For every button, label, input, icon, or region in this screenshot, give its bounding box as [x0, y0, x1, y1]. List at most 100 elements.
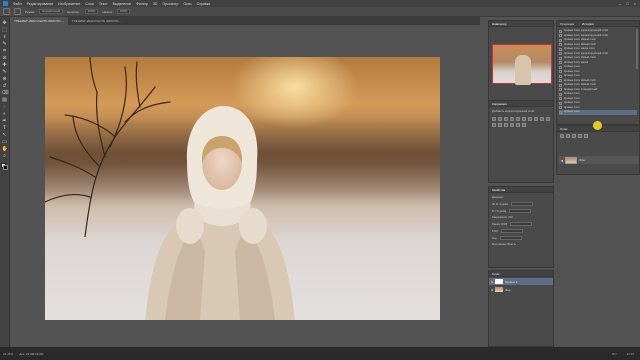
history-checkbox-icon[interactable] [559, 65, 562, 69]
layer-row[interactable]: ● Фон [559, 156, 639, 164]
hue-saturation-icon[interactable] [522, 117, 526, 121]
menu-item-select[interactable]: Выделение [113, 2, 132, 6]
minimize-button[interactable]: – [619, 1, 621, 6]
eye-icon[interactable]: ● [561, 158, 563, 163]
history-checkbox-icon[interactable] [559, 92, 562, 96]
layer-row-curves[interactable]: ● Кривые 1 [489, 278, 553, 285]
background-color-swatch[interactable] [3, 165, 8, 170]
curves-icon[interactable] [504, 117, 508, 121]
path-select-tool-icon[interactable]: ↖ [2, 133, 8, 138]
layer-name[interactable]: Фон [579, 158, 585, 162]
history-checkbox-icon[interactable] [559, 97, 562, 101]
opacity-field[interactable]: 100% [84, 9, 99, 14]
exposure-icon[interactable] [510, 117, 514, 121]
background-select[interactable] [499, 236, 522, 240]
gradient-tool-icon[interactable]: ▤ [2, 98, 8, 103]
crop-tool-icon[interactable]: ⌗ [2, 49, 8, 54]
artboard-checkbox-label[interactable]: Монтажная область [492, 243, 516, 246]
width-field[interactable] [511, 202, 534, 206]
history-checkbox-icon[interactable] [559, 101, 562, 105]
type-tool-icon[interactable]: T [2, 126, 8, 131]
healing-tool-icon[interactable]: ✚ [2, 63, 8, 68]
eye-icon[interactable]: ● [491, 288, 493, 292]
history-scrollbar[interactable] [636, 29, 638, 69]
hand-tool-icon[interactable]: ✋ [2, 147, 8, 152]
dodge-tool-icon[interactable]: ◐ [2, 112, 8, 117]
menu-item-window[interactable]: Окно [183, 2, 191, 6]
levels-icon[interactable] [498, 117, 502, 121]
brightness-contrast-icon[interactable] [492, 117, 496, 121]
brush-settings-icon[interactable] [14, 8, 21, 15]
lasso-tool-icon[interactable]: ℓ [2, 35, 8, 40]
history-checkbox-icon[interactable] [559, 70, 562, 74]
stamp-tool-icon[interactable]: ⊕ [2, 77, 8, 82]
photo-filter-icon[interactable] [540, 117, 544, 121]
eraser-tool-icon[interactable]: ⌫ [2, 91, 9, 96]
history-checkbox-icon[interactable] [559, 47, 562, 51]
menu-item-image[interactable]: Изображение [58, 2, 80, 6]
layer-name[interactable]: Фон [505, 288, 510, 292]
document-tab[interactable]: ТРЕНИНГ-2022 И ЕСТЬ ЗОЛОТО ... [68, 17, 126, 25]
layer-row-background[interactable]: ● Фон [489, 286, 553, 293]
layers-top-title[interactable]: Слои [560, 126, 567, 131]
eyedropper-tool-icon[interactable]: ⊘ [2, 56, 8, 61]
history-checkbox-icon[interactable] [559, 29, 562, 33]
history-checkbox-icon[interactable] [559, 110, 562, 114]
gradient-map-icon[interactable] [516, 123, 520, 127]
layer-name[interactable]: Кривые 1 [505, 280, 517, 284]
menu-item-filter[interactable]: Фильтр [136, 2, 148, 6]
menu-item-view[interactable]: Просмотр [162, 2, 178, 6]
filter-pixel-icon[interactable] [566, 134, 570, 138]
document-tab-active[interactable]: ТРЕНИНГ-2022 И ЕСТЬ ЗОЛОТО ... [10, 17, 68, 25]
history-row[interactable]: Кривые слоя [559, 110, 637, 115]
height-field[interactable] [509, 209, 532, 213]
marquee-tool-icon[interactable]: ⬚ [2, 28, 8, 33]
tab-actions[interactable]: Операции [560, 21, 574, 26]
layers-title[interactable]: Слои [492, 271, 499, 276]
navigator-title[interactable]: Навигатор [492, 21, 506, 26]
history-checkbox-icon[interactable] [559, 79, 562, 83]
history-checkbox-icon[interactable] [559, 61, 562, 65]
language-indicator[interactable]: RU [612, 352, 616, 356]
filter-kind-icon[interactable] [560, 134, 564, 138]
zoom-readout[interactable]: 24.45% [3, 352, 13, 356]
blur-tool-icon[interactable]: ◌ [2, 105, 8, 110]
history-checkbox-icon[interactable] [559, 52, 562, 56]
history-checkbox-icon[interactable] [559, 106, 562, 110]
flow-field[interactable]: 100% [116, 9, 131, 14]
color-swatches[interactable] [1, 163, 8, 170]
brush-preset-icon[interactable] [3, 8, 10, 15]
color-lookup-icon[interactable] [492, 123, 496, 127]
mode-select[interactable]: Нормальный [39, 9, 64, 14]
close-button[interactable]: × [634, 1, 636, 6]
bit-depth-select[interactable] [501, 229, 524, 233]
brush-tool-icon[interactable]: ✎ [2, 70, 8, 75]
filter-type-icon[interactable] [578, 134, 582, 138]
color-balance-icon[interactable] [528, 117, 532, 121]
history-checkbox-icon[interactable] [559, 88, 562, 92]
shape-tool-icon[interactable]: ▭ [2, 140, 8, 145]
pen-tool-icon[interactable]: ✒ [2, 119, 8, 124]
history-checkbox-icon[interactable] [559, 43, 562, 47]
zoom-tool-icon[interactable]: ⌕ [2, 154, 8, 159]
adjustments-title[interactable]: Коррекция [492, 101, 507, 106]
quick-select-tool-icon[interactable]: ✎ [2, 42, 8, 47]
menu-item-file[interactable]: Файл [13, 2, 22, 6]
menu-item-type[interactable]: Текст [99, 2, 108, 6]
canvas-area[interactable] [10, 25, 480, 347]
tab-history[interactable]: История [582, 21, 594, 26]
invert-icon[interactable] [498, 123, 502, 127]
vibrance-icon[interactable] [516, 117, 520, 121]
history-brush-tool-icon[interactable]: ↺ [2, 84, 8, 89]
history-checkbox-icon[interactable] [559, 38, 562, 42]
channel-mixer-icon[interactable] [546, 117, 550, 121]
threshold-icon[interactable] [510, 123, 514, 127]
selective-color-icon[interactable] [522, 123, 526, 127]
menu-item-edit[interactable]: Редактирование [27, 2, 54, 6]
properties-title[interactable]: Свойства [492, 187, 505, 192]
black-white-icon[interactable] [534, 117, 538, 121]
menu-item-help[interactable]: Справка [197, 2, 211, 6]
document-image[interactable] [45, 57, 440, 320]
history-checkbox-icon[interactable] [559, 74, 562, 78]
menu-item-layers[interactable]: Слои [85, 2, 94, 6]
